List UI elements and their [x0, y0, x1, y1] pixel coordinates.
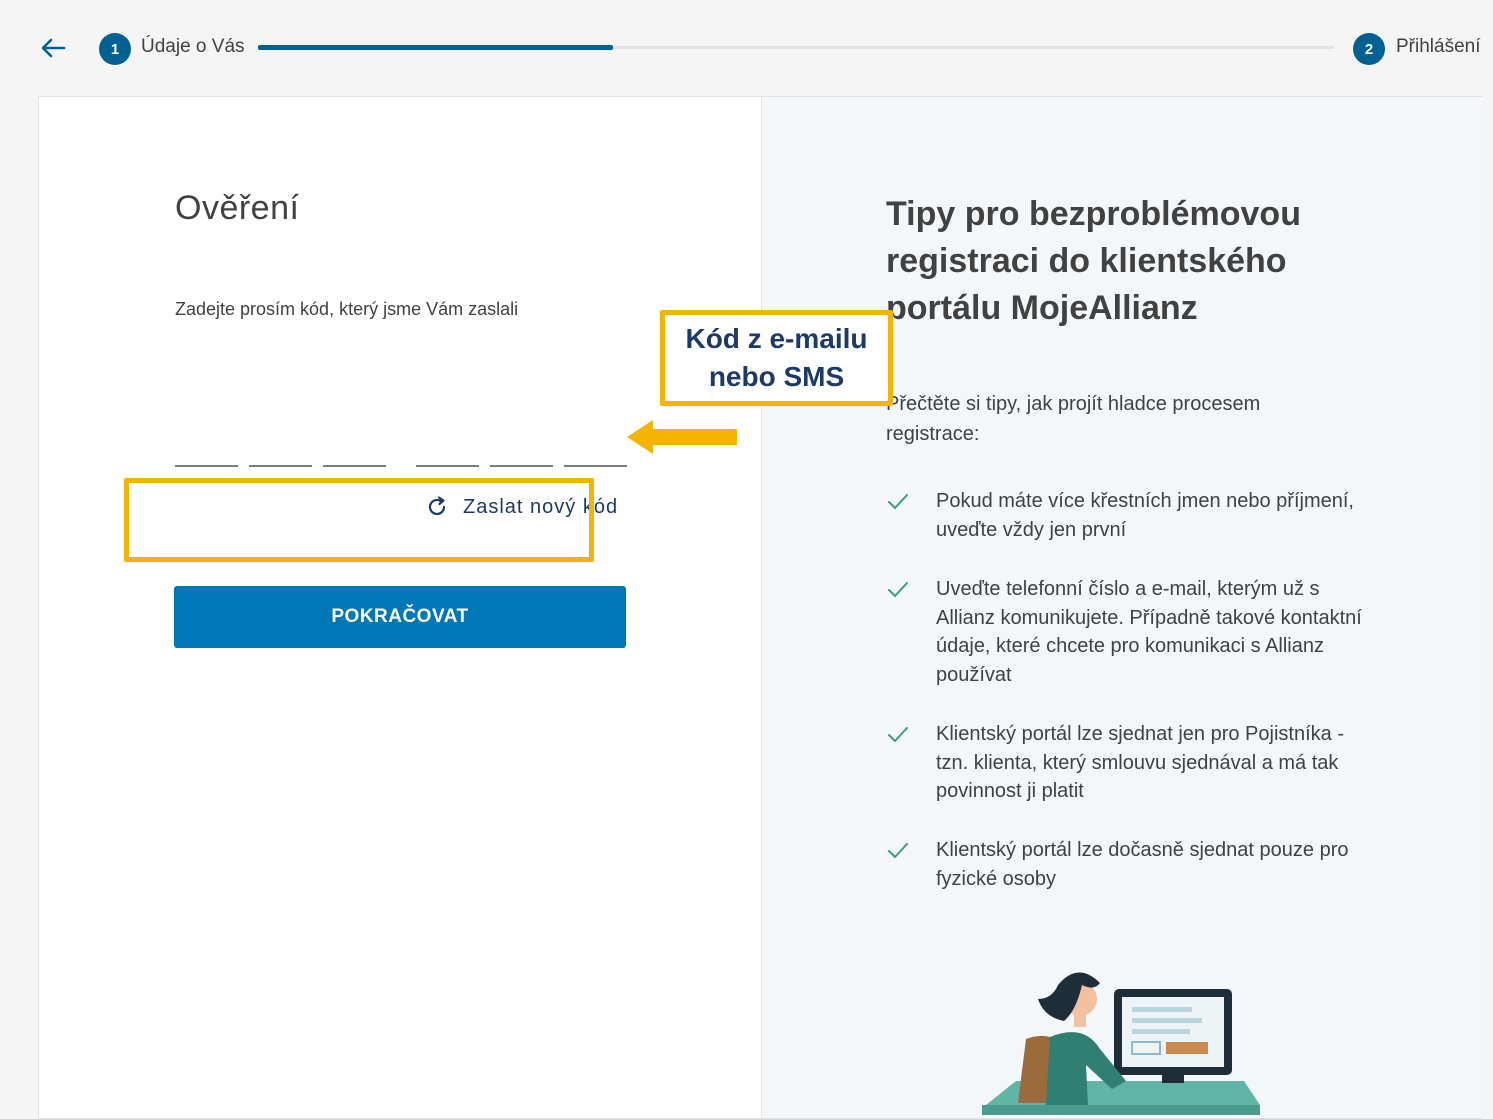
- callout-line-1: Kód z e-mailu: [685, 323, 868, 354]
- tip-text-2: Uveďte telefonní číslo a e-mail, kterým …: [936, 578, 1362, 686]
- tip-item-2: Uveďte telefonní číslo a e-mail, kterým …: [886, 575, 1366, 689]
- tip-item-4: Klientský portál lze dočasně sjednat pou…: [886, 836, 1366, 893]
- arrow-left-icon: [41, 38, 66, 58]
- tips-title-line-1: Tipy pro bezproblémovou: [886, 195, 1301, 233]
- step-1-badge: 1: [99, 33, 131, 65]
- code-digit-2[interactable]: [249, 437, 312, 467]
- tips-title: Tipy pro bezproblémovou registraci do kl…: [886, 191, 1356, 332]
- tip-item-1: Pokud máte více křestních jmen nebo příj…: [886, 487, 1366, 544]
- check-icon: [886, 575, 914, 689]
- code-callout: Kód z e-mailu nebo SMS: [660, 310, 893, 406]
- back-button[interactable]: [38, 34, 68, 62]
- tips-title-line-3: portálu MojeAllianz: [886, 289, 1198, 327]
- code-digit-3[interactable]: [323, 437, 386, 467]
- callout-line-2: nebo SMS: [708, 361, 845, 392]
- submit-button-highlight: [124, 478, 594, 562]
- step-1-label: Údaje o Vás: [141, 36, 245, 57]
- tips-title-line-2: registraci do klientského: [886, 242, 1287, 280]
- tips-intro: Přečtěte si tipy, jak projít hladce proc…: [886, 393, 1261, 445]
- continue-button[interactable]: POKRAČOVAT: [174, 586, 626, 648]
- tip-text-1: Pokud máte více křestních jmen nebo příj…: [936, 490, 1354, 541]
- code-digit-5[interactable]: [490, 437, 553, 467]
- progress-fill: [258, 45, 614, 50]
- code-digit-1[interactable]: [175, 437, 238, 467]
- tip-item-3: Klientský portál lze sjednat jen pro Poj…: [886, 720, 1366, 806]
- code-digit-4[interactable]: [416, 437, 479, 467]
- progress-track: [258, 45, 1334, 50]
- tip-text-4: Klientský portál lze dočasně sjednat pou…: [936, 839, 1349, 890]
- instruction-text: Zadejte prosím kód, který jsme Vám zasla…: [175, 299, 519, 319]
- step-2-badge: 2: [1353, 33, 1385, 65]
- check-icon: [886, 487, 914, 544]
- callout-arrow-icon: [627, 420, 737, 454]
- step-2-label: Přihlášení: [1396, 36, 1481, 57]
- person-at-computer-illustration: [982, 972, 1260, 1115]
- check-icon: [886, 836, 914, 893]
- check-icon: [886, 720, 914, 806]
- tip-text-3: Klientský portál lze sjednat jen pro Poj…: [936, 723, 1344, 802]
- code-digit-6[interactable]: [564, 437, 627, 467]
- page-title: Ověření: [175, 189, 300, 227]
